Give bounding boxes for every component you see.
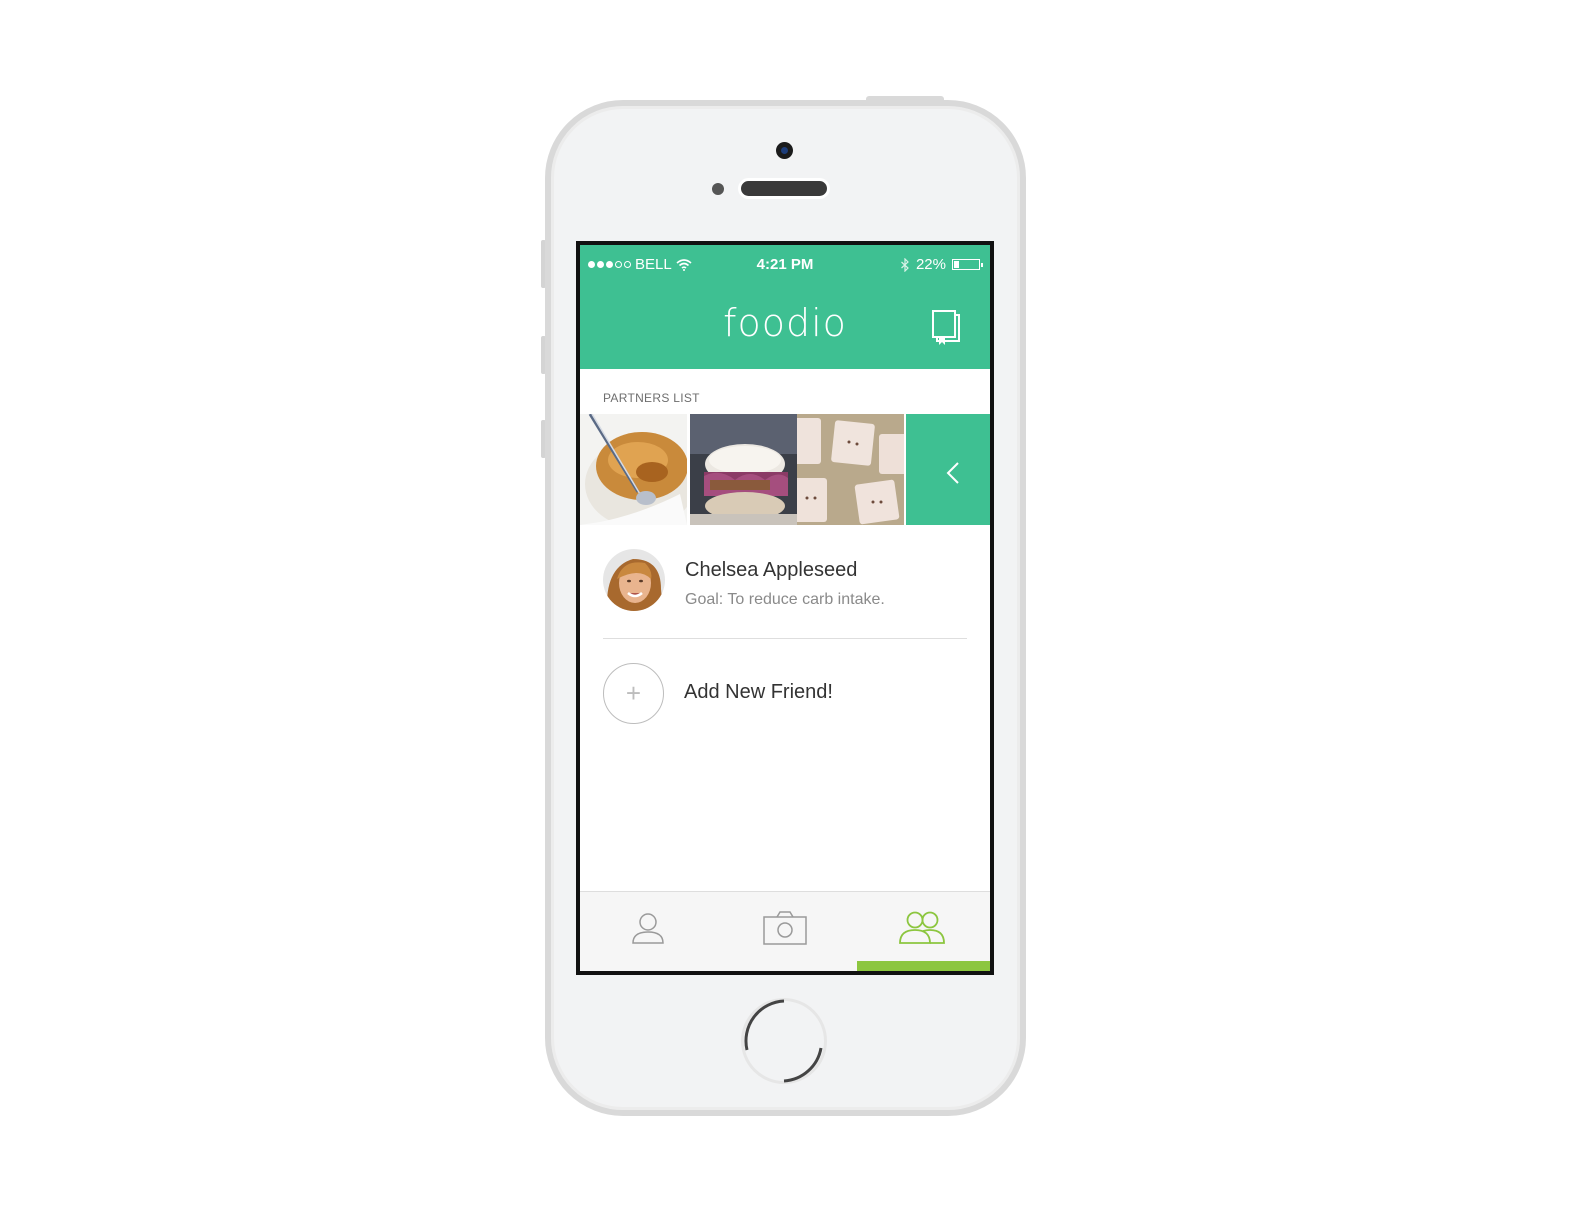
friend-name: Chelsea Appleseed xyxy=(685,559,858,581)
add-new-friend-button[interactable]: + Add New Friend! xyxy=(603,663,967,727)
proximity-sensor xyxy=(712,183,724,195)
list-divider xyxy=(603,638,967,639)
add-new-friend-label: Add New Friend! xyxy=(684,681,833,703)
tab-friends[interactable] xyxy=(854,892,990,971)
profile-icon xyxy=(632,913,664,944)
chevron-left-icon xyxy=(946,462,959,484)
battery-level-fill xyxy=(954,261,959,268)
book-bookmark-icon[interactable] xyxy=(930,309,962,345)
partners-photo-gallery xyxy=(580,414,990,525)
tab-camera[interactable] xyxy=(717,892,853,971)
app-title: foodio xyxy=(723,301,847,345)
active-tab-indicator xyxy=(857,961,990,971)
friends-icon xyxy=(899,911,945,944)
gallery-collapse-button[interactable] xyxy=(906,414,990,525)
food-photo-pulled-pork-sandwich[interactable] xyxy=(690,414,797,525)
earpiece-speaker xyxy=(741,181,827,196)
bluetooth-icon xyxy=(901,257,909,272)
status-bar: BELL 4:21 PM 22% xyxy=(580,255,990,275)
front-camera xyxy=(776,142,793,159)
battery-icon xyxy=(952,259,983,270)
partners-list-label: PARTNERS LIST xyxy=(603,391,700,405)
avatar xyxy=(603,549,665,611)
plus-icon: + xyxy=(603,663,664,724)
battery-percent: 22% xyxy=(915,256,946,273)
app-header: BELL 4:21 PM 22% foodio xyxy=(580,245,990,369)
battery-status: 22% xyxy=(900,256,983,273)
friend-list-item[interactable]: Chelsea Appleseed Goal: To reduce carb i… xyxy=(603,549,967,639)
screen: BELL 4:21 PM 22% foodio PARTNERS LIST Ch… xyxy=(576,241,994,975)
app-view: BELL 4:21 PM 22% foodio PARTNERS LIST Ch… xyxy=(580,245,990,971)
home-button-arc xyxy=(744,999,823,1083)
camera-icon xyxy=(763,911,807,945)
tab-bar xyxy=(580,891,990,971)
friend-goal: Goal: To reduce carb intake. xyxy=(685,591,885,608)
tab-profile[interactable] xyxy=(580,892,716,971)
food-photo-creme-brulee[interactable] xyxy=(580,414,687,525)
food-photo-pop-tarts[interactable] xyxy=(797,414,904,525)
